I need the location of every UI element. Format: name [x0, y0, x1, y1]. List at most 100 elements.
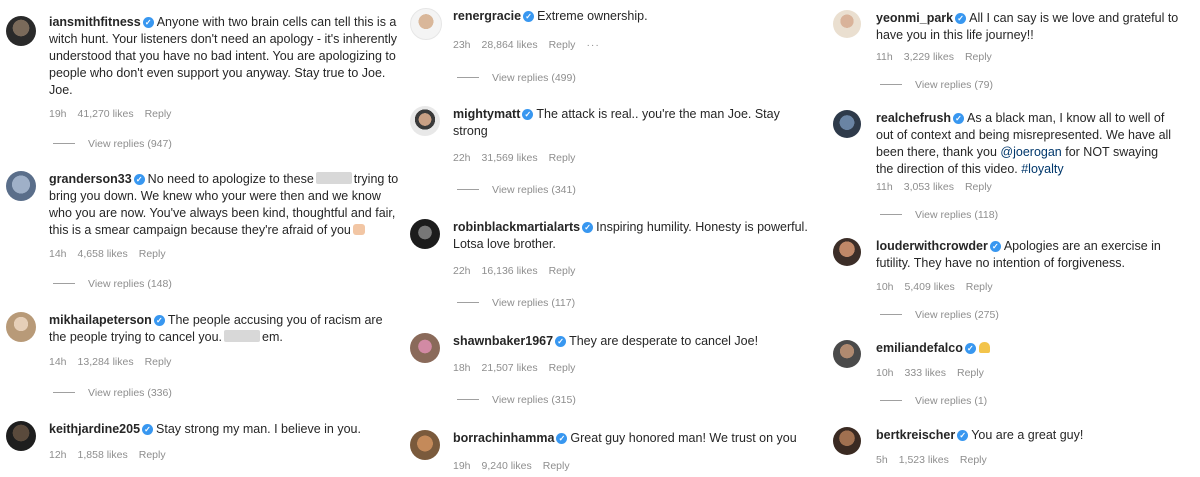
view-replies-button[interactable]: View replies (118) — [880, 209, 998, 221]
more-options-icon[interactable]: ··· — [586, 39, 600, 51]
comment-username[interactable]: robinblackmartialarts — [453, 220, 580, 234]
reply-button[interactable]: Reply — [549, 39, 576, 51]
avatar[interactable] — [410, 333, 440, 363]
comment-username[interactable]: yeonmi_park — [876, 11, 953, 25]
avatar[interactable] — [833, 10, 861, 38]
comment-username[interactable]: granderson33 — [49, 172, 132, 186]
view-replies-button[interactable]: View replies (117) — [457, 297, 575, 309]
avatar[interactable] — [833, 238, 861, 266]
comment-likes[interactable]: 1,523 likes — [899, 454, 949, 466]
view-replies-button[interactable]: View replies (315) — [457, 394, 576, 406]
verified-badge-icon: ✓ — [142, 424, 154, 435]
avatar[interactable] — [6, 16, 36, 46]
comment-username[interactable]: louderwithcrowder — [876, 239, 988, 253]
reply-button[interactable]: Reply — [966, 281, 993, 293]
redacted-word — [315, 172, 352, 184]
divider — [880, 214, 902, 215]
view-replies-button[interactable]: View replies (499) — [457, 72, 576, 84]
comment-text: louderwithcrowder ✓ Apologies are an exerc… — [876, 238, 1198, 272]
avatar[interactable] — [410, 8, 442, 40]
view-replies-label: View replies (315) — [492, 394, 576, 406]
comment-time: 19h — [49, 108, 67, 120]
comment-meta: 14h 4,658 likes Reply — [49, 248, 177, 260]
view-replies-button[interactable]: View replies (336) — [53, 387, 172, 399]
redacted-word — [224, 330, 261, 342]
comment-username[interactable]: mightymatt — [453, 107, 520, 121]
avatar[interactable] — [833, 110, 861, 138]
view-replies-button[interactable]: View replies (1) — [880, 395, 987, 407]
divider — [53, 392, 75, 393]
comment-body: You are a great guy! — [971, 428, 1084, 442]
comment-likes[interactable]: 3,053 likes — [904, 181, 954, 193]
comment-meta: 18h 21,507 likes Reply — [453, 362, 586, 374]
reply-button[interactable]: Reply — [139, 449, 166, 461]
comment-likes[interactable]: 31,569 likes — [482, 152, 538, 164]
view-replies-label: View replies (79) — [915, 79, 994, 91]
reply-button[interactable]: Reply — [960, 454, 987, 466]
comment-likes[interactable]: 3,229 likes — [904, 51, 954, 63]
verified-badge-icon: ✓ — [957, 430, 969, 441]
comment-username[interactable]: renergracie — [453, 9, 521, 23]
avatar[interactable] — [410, 219, 440, 249]
view-replies-button[interactable]: View replies (947) — [53, 138, 172, 150]
reply-button[interactable]: Reply — [549, 152, 576, 164]
divider — [53, 143, 75, 144]
comment-time: 11h — [876, 51, 893, 63]
comment-likes[interactable]: 333 likes — [905, 367, 946, 379]
comment-username[interactable]: iansmithfitness — [49, 15, 141, 29]
reply-button[interactable]: Reply — [543, 460, 570, 472]
divider — [457, 302, 479, 303]
reply-button[interactable]: Reply — [139, 248, 166, 260]
reply-button[interactable]: Reply — [965, 51, 992, 63]
comment-username[interactable]: borrachinhamma — [453, 431, 554, 445]
comment-likes[interactable]: 5,409 likes — [905, 281, 955, 293]
comment-column-1: iansmithfitness ✓ Anyone with two brain ce… — [6, 0, 406, 477]
comment-meta: 19h 41,270 likes Reply — [49, 108, 182, 120]
comment-likes[interactable]: 16,136 likes — [482, 265, 538, 277]
view-replies-button[interactable]: View replies (79) — [880, 79, 993, 91]
avatar[interactable] — [833, 340, 861, 368]
avatar[interactable] — [6, 421, 36, 451]
comment-likes[interactable]: 21,507 likes — [482, 362, 538, 374]
view-replies-label: View replies (341) — [492, 184, 576, 196]
comment-username[interactable]: mikhailapeterson — [49, 313, 152, 327]
comment-column-3: yeonmi_park ✓ All I can say is we love and… — [833, 0, 1200, 477]
avatar[interactable] — [833, 427, 861, 455]
comment-username[interactable]: emiliandefalco — [876, 341, 963, 355]
comment-likes[interactable]: 9,240 likes — [482, 460, 532, 472]
comment-username[interactable]: bertkreischer — [876, 428, 955, 442]
comment-likes[interactable]: 13,284 likes — [78, 356, 134, 368]
view-replies-button[interactable]: View replies (275) — [880, 309, 999, 321]
view-replies-button[interactable]: View replies (341) — [457, 184, 576, 196]
view-replies-label: View replies (336) — [88, 387, 172, 399]
comment-username[interactable]: shawnbaker1967 — [453, 334, 553, 348]
reply-button[interactable]: Reply — [965, 181, 992, 193]
comment-likes[interactable]: 41,270 likes — [78, 108, 134, 120]
comment-username[interactable]: keithjardine205 — [49, 422, 140, 436]
reply-button[interactable]: Reply — [549, 362, 576, 374]
reply-button[interactable]: Reply — [549, 265, 576, 277]
view-replies-button[interactable]: View replies (148) — [53, 278, 172, 290]
view-replies-label: View replies (275) — [915, 309, 999, 321]
mention-link[interactable]: @joerogan — [1000, 145, 1061, 159]
reply-button[interactable]: Reply — [957, 367, 984, 379]
avatar[interactable] — [410, 430, 440, 460]
comment-likes[interactable]: 4,658 likes — [78, 248, 128, 260]
comment-text: keithjardine205 ✓ Stay strong my man. I be… — [49, 421, 399, 438]
reply-button[interactable]: Reply — [145, 108, 172, 120]
comment-likes[interactable]: 28,864 likes — [482, 39, 538, 51]
avatar[interactable] — [6, 171, 36, 201]
comment-text: iansmithfitness ✓ Anyone with two brain ce… — [49, 14, 399, 99]
comment-time: 10h — [876, 281, 894, 293]
comment-likes[interactable]: 1,858 likes — [78, 449, 128, 461]
hashtag-link[interactable]: #loyalty — [1021, 162, 1063, 176]
avatar[interactable] — [410, 106, 440, 136]
verified-badge-icon: ✓ — [955, 13, 967, 24]
reply-button[interactable]: Reply — [145, 356, 172, 368]
comment-text: renergracie ✓ Extreme ownership. — [453, 8, 803, 25]
avatar[interactable] — [6, 312, 36, 342]
comment-body: Great guy honored man! We trust on you — [570, 431, 797, 445]
comment-text: emiliandefalco ✓ — [876, 340, 1198, 357]
comment-username[interactable]: realchefrush — [876, 111, 951, 125]
view-replies-label: View replies (118) — [915, 209, 999, 221]
